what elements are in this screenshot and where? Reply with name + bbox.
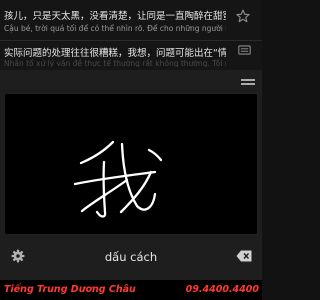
phone-watermark: 09.4400.4400 [185, 284, 259, 295]
backspace-icon[interactable] [236, 250, 252, 262]
handwriting-keyboard: dấu cách [0, 70, 262, 280]
keyboard-bottom-row: dấu cách [0, 234, 262, 280]
brand-watermark: Tiếng Trung Dương Châu [4, 284, 136, 295]
handwritten-character-strokes [73, 140, 163, 218]
result-vietnamese-text: Cậu bé, trời quá tối để có thể nhìn rõ. … [4, 24, 226, 33]
result-vietnamese-text: Nhân tố xử lý vấn đề thực tế thường rất … [4, 59, 226, 67]
space-key[interactable]: dấu cách [0, 250, 262, 264]
handwriting-canvas[interactable] [5, 94, 257, 234]
result-chinese-text: 孩儿，只是天太黑，没看清楚，让同是一直陶醉在甜蜜... [4, 11, 226, 22]
list-item[interactable]: 实际问题的处理往往很糟糕，我想，问题可能出在“情商... Nhân tố xử … [0, 40, 262, 70]
star-icon[interactable] [236, 9, 250, 23]
drag-handle-icon[interactable] [241, 78, 255, 86]
watermark-footer: Tiếng Trung Dương Châu 09.4400.4400 [0, 280, 262, 300]
copy-icon[interactable] [238, 45, 251, 55]
list-item[interactable]: 孩儿，只是天太黑，没看清楚，让同是一直陶醉在甜蜜... Cậu bé, trời… [0, 0, 262, 41]
keyboard-toolbar [0, 70, 262, 94]
translation-results-list: 孩儿，只是天太黑，没看清楚，让同是一直陶醉在甜蜜... Cậu bé, trời… [0, 0, 262, 70]
result-chinese-text: 实际问题的处理往往很糟糕，我想，问题可能出在“情商... [4, 48, 226, 59]
